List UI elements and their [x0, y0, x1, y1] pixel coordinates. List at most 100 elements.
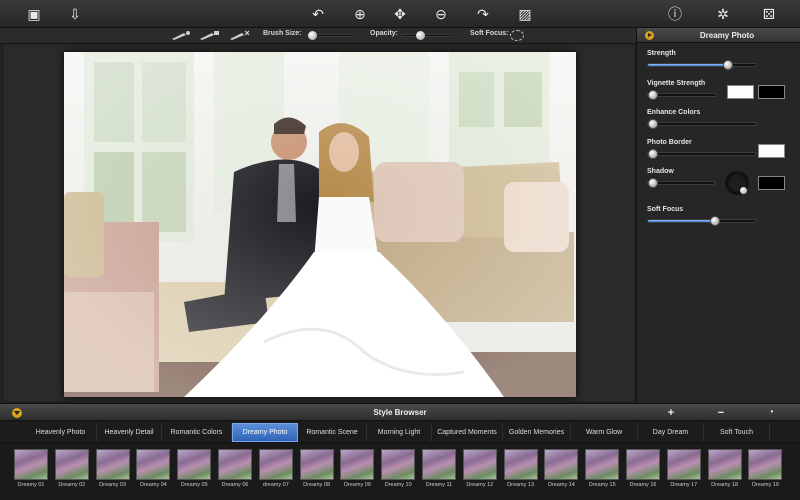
strength-label: Strength — [647, 50, 676, 57]
zoom-in-icon[interactable]: ⊕ — [349, 4, 371, 24]
thumbnail-image — [748, 449, 783, 480]
random-dice-icon[interactable]: ⚄ — [758, 4, 780, 24]
style-thumbnail[interactable]: Dreamy 15 — [584, 449, 620, 491]
add-style-button[interactable]: + — [665, 407, 677, 419]
tab-romantic-scene[interactable]: Romantic Scene — [298, 423, 367, 442]
info-icon[interactable]: ⓘ — [664, 4, 686, 24]
style-thumbnail[interactable]: Dreamy 19 — [747, 449, 783, 491]
photo-canvas[interactable] — [64, 52, 576, 397]
style-thumbnail[interactable]: Dreamy 04 — [135, 449, 171, 491]
remove-style-button[interactable]: − — [715, 407, 727, 419]
shadow-angle-knob[interactable] — [740, 187, 747, 194]
brush-clear-icon[interactable] — [228, 30, 250, 41]
thumbnail-image — [218, 449, 252, 480]
photo-border-control: Photo Border — [647, 139, 757, 159]
shadow-knob[interactable] — [648, 178, 658, 188]
thumbnail-label: Dreamy 15 — [588, 482, 616, 488]
app-window: ▣ ⇩ ↶ ⊕ ✥ ⊖ ↷ ▨ ⓘ ✲ ⚄ Brush Size: Opacity: Soft Fo… — [0, 0, 800, 500]
pan-move-icon[interactable]: ✥ — [389, 4, 411, 24]
style-thumbnails: Dreamy 01 Dreamy 02 Dreamy 03 Dreamy 04 Drea… — [0, 443, 800, 500]
vignette-strength-control: Vignette Strength — [647, 80, 717, 100]
soft-focus-knob[interactable] — [710, 216, 720, 226]
thumbnail-label: Dreamy 18 — [711, 482, 739, 488]
style-browser-bar: Style Browser + − ◔ — [0, 403, 800, 421]
strength-slider[interactable] — [647, 60, 757, 70]
strength-control: Strength — [647, 50, 757, 70]
style-thumbnail[interactable]: Dreamy 08 — [299, 449, 335, 491]
soft-focus-slider[interactable] — [647, 216, 757, 226]
photo-border-knob[interactable] — [648, 149, 658, 159]
refresh-icon[interactable]: ◔ — [765, 407, 777, 419]
brush-add-icon[interactable] — [170, 30, 192, 41]
tab-dreamy-photo[interactable]: Dreamy Photo — [232, 423, 298, 442]
style-thumbnail[interactable]: Dreamy 10 — [380, 449, 416, 491]
vignette-strength-slider[interactable] — [647, 90, 717, 100]
soft-focus-fill — [648, 220, 715, 222]
thumbnail-label: Dreamy 10 — [384, 482, 412, 488]
style-thumbnail[interactable]: Dreamy 17 — [666, 449, 702, 491]
open-image-icon[interactable]: ▣ — [23, 4, 45, 24]
vignette-color-1-swatch[interactable] — [727, 85, 754, 99]
vignette-strength-knob[interactable] — [648, 90, 658, 100]
tab-romantic-colors[interactable]: Romantic Colors — [162, 423, 232, 442]
thumbnail-label: Dreamy 19 — [751, 482, 779, 488]
soft-focus-label: Soft Focus: — [470, 30, 509, 37]
style-thumbnail[interactable]: Dreamy 18 — [707, 449, 743, 491]
photo-border-slider[interactable] — [647, 149, 757, 159]
zoom-out-icon[interactable]: ⊖ — [430, 4, 452, 24]
strength-fill — [648, 64, 729, 66]
tab-captured-moments[interactable]: Captured Moments — [432, 423, 503, 442]
style-thumbnail[interactable]: Dreamy 14 — [543, 449, 579, 491]
style-thumbnail[interactable]: Dreamy 05 — [176, 449, 212, 491]
thumbnail-image — [136, 449, 171, 480]
brush-erase-icon[interactable] — [198, 30, 220, 41]
brush-size-knob[interactable] — [308, 31, 318, 40]
tab-heavenly-detail[interactable]: Heavenly Detail — [97, 423, 162, 442]
shadow-angle-dial[interactable] — [725, 171, 749, 195]
thumbnail-label: Dreamy 06 — [221, 482, 249, 488]
save-image-icon[interactable]: ⇩ — [64, 4, 86, 24]
tab-warm-glow[interactable]: Warm Glow — [571, 423, 638, 442]
tab-morning-light[interactable]: Morning Light — [367, 423, 432, 442]
style-thumbnail[interactable]: Dreamy 02 — [54, 449, 90, 491]
strength-knob[interactable] — [723, 60, 733, 70]
style-thumbnail[interactable]: Dreamy 16 — [625, 449, 661, 491]
vignette-color-2-swatch[interactable] — [758, 85, 785, 99]
style-thumbnail[interactable]: Dreamy 11 — [421, 449, 457, 491]
style-thumbnail[interactable]: Dreamy 06 — [217, 449, 253, 491]
compare-image-icon[interactable]: ▨ — [514, 4, 536, 24]
tab-golden-memories[interactable]: Golden Memories — [503, 423, 571, 442]
opacity-slider[interactable] — [400, 31, 452, 40]
style-thumbnail[interactable]: dreamy 07 — [258, 449, 294, 491]
style-category-tabs: Heavenly Photo Heavenly Detail Romantic Co… — [0, 421, 800, 443]
border-color-swatch[interactable] — [758, 144, 785, 158]
style-thumbnail[interactable]: Dreamy 12 — [462, 449, 498, 491]
soft-focus-control: Soft Focus — [647, 206, 757, 226]
style-thumbnail[interactable]: Dreamy 03 — [95, 449, 131, 491]
style-thumbnail[interactable]: Dreamy 09 — [339, 449, 375, 491]
opacity-knob[interactable] — [416, 31, 426, 40]
style-thumbnail[interactable]: Dreamy 13 — [503, 449, 539, 491]
photo-border-label: Photo Border — [647, 139, 692, 146]
play-icon[interactable] — [645, 30, 654, 40]
tab-day-dream[interactable]: Day Dream — [638, 423, 704, 442]
undo-icon[interactable]: ↶ — [307, 4, 329, 24]
brush-size-slider[interactable] — [305, 31, 355, 40]
tab-soft-touch[interactable]: Soft Touch — [704, 423, 770, 442]
style-thumbnail[interactable]: Dreamy 01 — [13, 449, 49, 491]
brush-size-label: Brush Size: — [263, 30, 302, 37]
enhance-colors-knob[interactable] — [648, 119, 658, 129]
settings-icon[interactable]: ✲ — [712, 4, 734, 24]
thumbnail-label: Dreamy 09 — [343, 482, 371, 488]
tab-heavenly-photo[interactable]: Heavenly Photo — [25, 423, 97, 442]
vignette-strength-label: Vignette Strength — [647, 80, 706, 87]
brush-options-bar: Brush Size: Opacity: Soft Focus: — [0, 28, 636, 44]
soft-focus-brush-icon[interactable] — [510, 30, 524, 41]
shadow-control: Shadow — [647, 168, 715, 188]
shadow-slider[interactable] — [647, 178, 715, 188]
shadow-color-swatch[interactable] — [758, 176, 785, 190]
thumbnail-label: Dreamy 12 — [466, 482, 494, 488]
opacity-label: Opacity: — [370, 30, 399, 37]
redo-icon[interactable]: ↷ — [472, 4, 494, 24]
enhance-colors-slider[interactable] — [647, 119, 757, 129]
